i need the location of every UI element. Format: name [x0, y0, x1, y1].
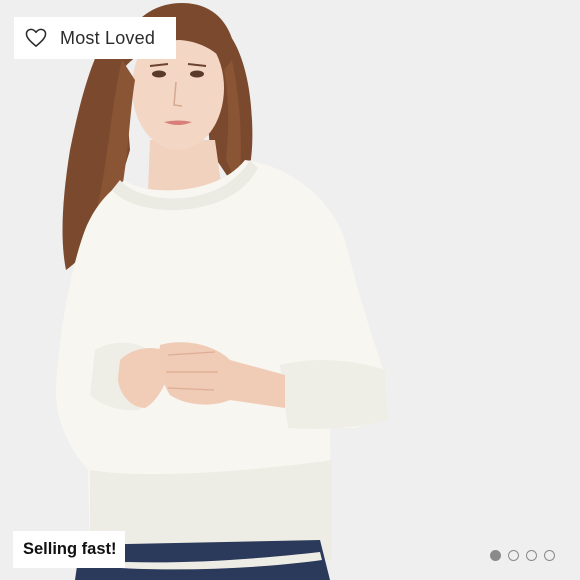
selling-fast-label: Selling fast!	[23, 540, 117, 558]
carousel-dot-3[interactable]	[526, 550, 537, 561]
most-loved-badge[interactable]: Most Loved	[14, 17, 176, 59]
most-loved-label: Most Loved	[60, 27, 156, 48]
heart-outline-icon[interactable]	[25, 28, 47, 48]
carousel-dot-2[interactable]	[508, 550, 519, 561]
carousel-dot-4[interactable]	[544, 550, 555, 561]
selling-fast-badge: Selling fast!	[13, 531, 125, 568]
carousel-dot-1[interactable]	[490, 550, 501, 561]
product-photo[interactable]	[0, 0, 580, 580]
product-card[interactable]: Most Loved Selling fast!	[0, 0, 580, 580]
carousel-indicator	[490, 550, 555, 563]
